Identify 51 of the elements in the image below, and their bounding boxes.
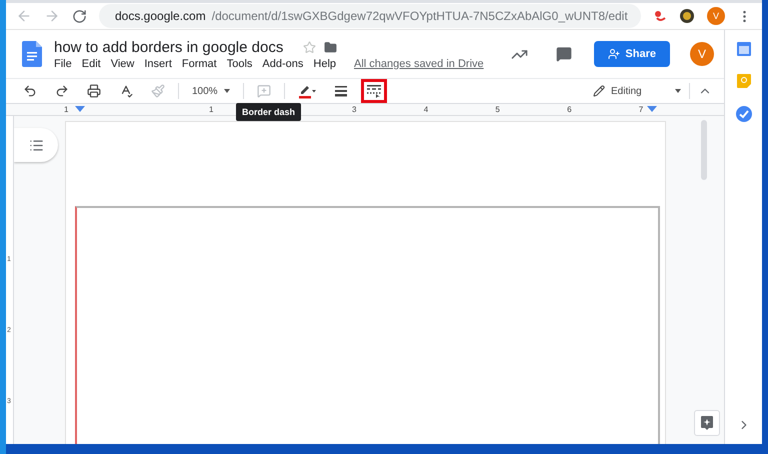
editing-mode-dropdown[interactable]: Editing [593,85,681,97]
save-status-link[interactable]: All changes saved in Drive [354,58,484,70]
document-title[interactable]: how to add borders in google docs [54,38,284,56]
indent-marker-icon[interactable] [647,106,657,114]
outline-icon [28,138,44,152]
ruler-number: 1 [209,105,214,114]
ruler-number: 3 [352,105,356,114]
ruler-number: 5 [495,105,500,114]
pen-color-icon [298,83,316,99]
ruler-number: 1 [64,105,68,114]
outline-button[interactable] [14,128,58,162]
url-path: /document/d/1swGXBGdgew72qwVFOYptHTUA-7N5CZxAbAlG0_wUNT8/edit [212,9,628,23]
undo-icon [23,84,37,98]
menu-item[interactable]: Edit [82,58,101,70]
ruler-number: 6 [567,105,572,114]
share-button[interactable]: Share [594,41,670,67]
pencil-icon [593,85,605,97]
add-person-icon [608,48,620,60]
menu-item[interactable]: Help [313,58,336,70]
border-dash-button[interactable] [361,79,387,103]
comments-icon[interactable] [556,46,572,62]
menu-item[interactable]: File [54,58,72,70]
address-bar[interactable]: docs.google.com /document/d/1swGXBGdgew72qwVFOYptHTUA-7N5CZxAbAlG0_wUNT8/edit [99,4,641,28]
calendar-icon[interactable] [736,42,750,56]
redo-icon [55,84,69,98]
explore-button[interactable] [694,410,720,436]
border-width-icon [334,85,348,97]
url-host: docs.google.com [115,9,206,23]
indent-marker-icon[interactable] [75,106,85,114]
folder-icon[interactable] [324,40,338,54]
extension-icon[interactable] [679,8,695,24]
menu-item[interactable]: Insert [144,58,172,70]
ruler-number: 7 [638,105,644,114]
docs-logo-icon[interactable] [22,41,42,67]
add-comment-icon [257,84,271,98]
ruler-number: 4 [424,105,428,114]
explore-icon [701,416,713,430]
menu-item[interactable]: Format [182,58,217,70]
scrollbar-thumb[interactable] [701,120,707,180]
menu-item[interactable]: Tools [226,58,252,70]
tooltip: Border dash [236,103,302,121]
star-icon[interactable] [303,40,316,54]
zoom-dropdown[interactable]: 100% [187,80,235,102]
border-dash-icon [366,84,382,98]
paint-format-icon [151,84,165,98]
tasks-icon[interactable] [736,106,752,122]
reload-button[interactable] [72,8,87,24]
spellcheck-icon [119,84,133,98]
menu-item[interactable]: View [110,58,134,70]
print-icon [87,84,101,98]
menu-item[interactable]: Add-ons [262,58,304,70]
